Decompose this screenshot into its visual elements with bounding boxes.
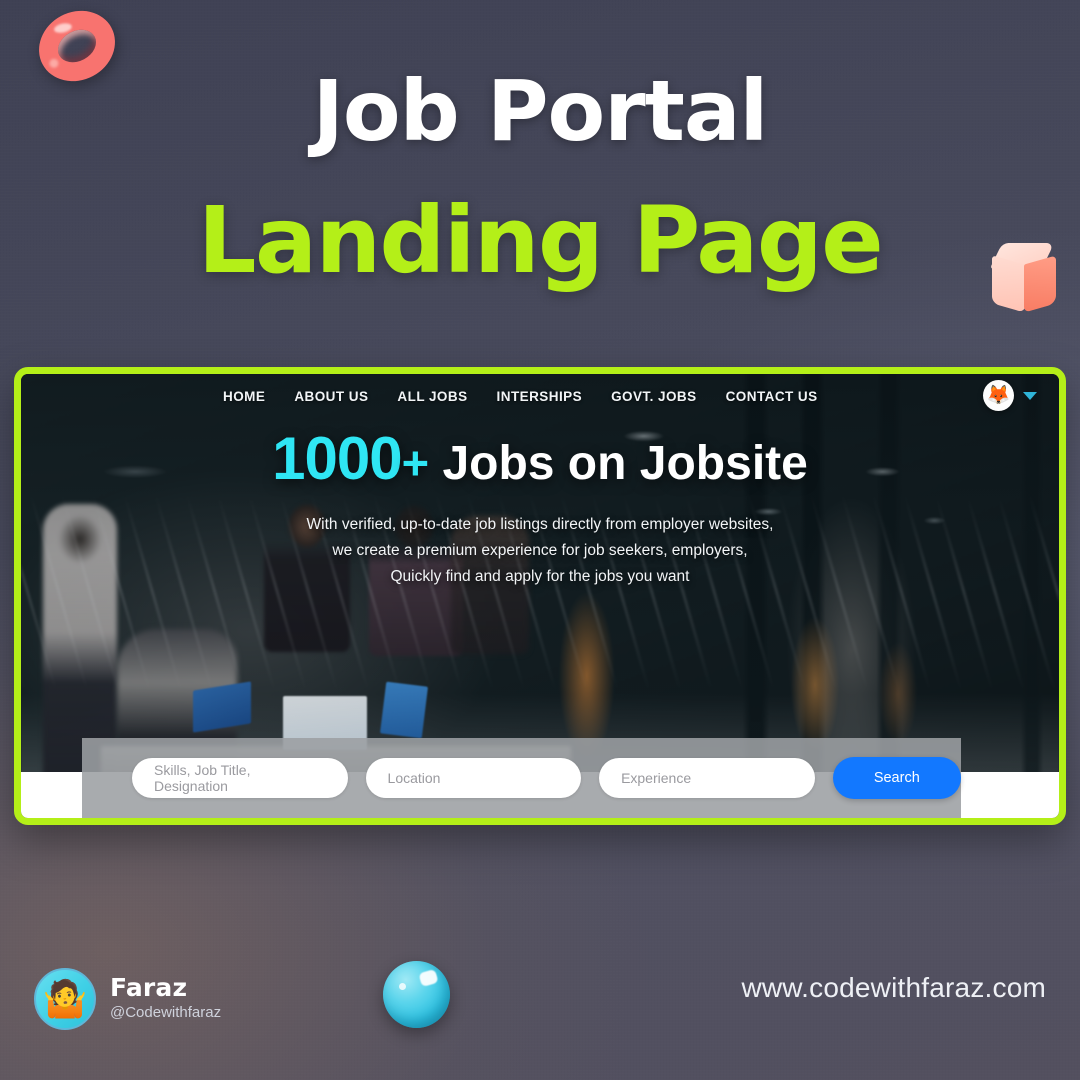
poster-title-sub: Landing Page	[197, 186, 884, 294]
author-text-block: Faraz @Codewithfaraz	[110, 973, 222, 1023]
navbar-account-area: 🦊	[983, 380, 1037, 411]
hero-plus-symbol: +	[401, 436, 430, 489]
shrug-person-avatar-icon: 🤷	[34, 968, 96, 1030]
nav-item-about-us[interactable]: ABOUT US	[294, 389, 368, 404]
nav-item-interships[interactable]: INTERSHIPS	[497, 389, 583, 404]
nav-item-home[interactable]: HOME	[223, 389, 265, 404]
cube-decoration-icon	[989, 243, 1058, 315]
poster-canvas: Job Portal Landing Page HOME ABOUT US AL…	[0, 0, 1080, 1080]
hero-heading: 1000+ Jobs on Jobsite	[21, 429, 1059, 489]
author-handle: @Codewithfaraz	[110, 1004, 222, 1022]
poster-title-block: Job Portal Landing Page	[0, 62, 1080, 294]
search-button[interactable]: Search	[832, 757, 961, 799]
hero-paragraph-line-1: With verified, up-to-date job listings d…	[306, 516, 774, 533]
hero-section: 1000+ Jobs on Jobsite With verified, up-…	[21, 429, 1059, 590]
hero-paragraph-line-2: we create a premium experience for job s…	[332, 542, 748, 559]
job-search-panel: Skills, Job Title, Designation Location …	[82, 738, 961, 818]
chevron-down-icon[interactable]	[1023, 391, 1037, 400]
hero-paragraph: With verified, up-to-date job listings d…	[21, 512, 1059, 590]
hero-heading-rest: Jobs on Jobsite	[442, 437, 808, 490]
author-name: Faraz	[110, 973, 188, 1003]
nav-item-govt-jobs[interactable]: GOVT. JOBS	[611, 389, 697, 404]
nav-item-contact-us[interactable]: CONTACT US	[726, 389, 818, 404]
location-search-input[interactable]: Location	[365, 758, 582, 798]
fox-avatar-icon[interactable]: 🦊	[983, 380, 1014, 411]
website-mockup-frame: HOME ABOUT US ALL JOBS INTERSHIPS GOVT. …	[14, 367, 1066, 825]
site-navbar: HOME ABOUT US ALL JOBS INTERSHIPS GOVT. …	[21, 374, 1059, 418]
hero-paragraph-line-3: Quickly find and apply for the jobs you …	[390, 568, 690, 585]
website-mockup-viewport: HOME ABOUT US ALL JOBS INTERSHIPS GOVT. …	[21, 374, 1059, 818]
nav-item-all-jobs[interactable]: ALL JOBS	[397, 389, 467, 404]
navbar-links: HOME ABOUT US ALL JOBS INTERSHIPS GOVT. …	[223, 389, 818, 404]
hero-job-count: 1000	[272, 425, 402, 492]
author-branding: 🤷 Faraz @Codewithfaraz	[34, 968, 221, 1030]
poster-title-main: Job Portal	[312, 62, 769, 160]
skills-search-input[interactable]: Skills, Job Title, Designation	[132, 758, 348, 798]
experience-search-input[interactable]: Experience	[599, 758, 815, 798]
sphere-decoration-icon	[383, 961, 450, 1028]
website-url: www.codewithfaraz.com	[741, 972, 1046, 1003]
